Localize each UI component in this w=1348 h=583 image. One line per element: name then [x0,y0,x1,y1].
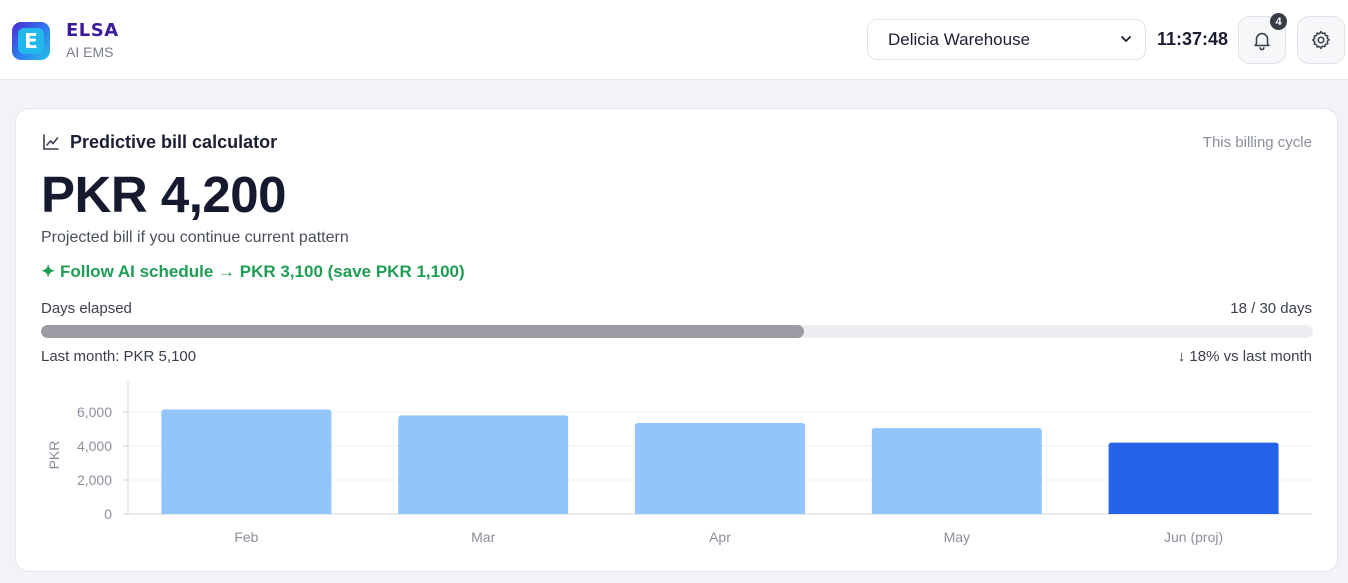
bar [871,428,1042,514]
notification-count-badge: 4 [1270,13,1287,30]
x-tick-label: Feb [234,529,258,545]
clock: 11:37:48 [1157,29,1229,49]
predictive-bill-card: Predictive bill calculator This billing … [15,108,1338,572]
x-tick-label: Jun (proj) [1164,529,1223,545]
site-selector[interactable]: Delicia Warehouse [867,19,1146,60]
y-tick-label: 2,000 [77,472,112,488]
y-axis-label: PKR [46,441,62,470]
x-tick-label: Apr [709,529,731,545]
bar [161,409,332,514]
y-tick-label: 0 [104,506,112,522]
bell-icon [1254,32,1270,51]
bar [635,423,805,514]
app-logo[interactable]: E [12,22,50,60]
y-tick-label: 6,000 [77,404,112,420]
monthly-bill-bar-chart: 0 2,000 4,000 6,000 PKR Feb Mar Apr May Jun (proj… [46,381,1312,545]
logo-letter: E [24,29,38,53]
brand-name: ELSA [66,20,119,41]
top-bar: E ELSA AI EMS Delicia Warehouse 11:37:48… [0,0,1348,80]
settings-button[interactable] [1297,16,1345,64]
x-tick-label: Mar [471,529,495,545]
chevron-down-icon [1121,36,1131,42]
site-selector-value: Delicia Warehouse [888,29,1031,49]
x-tick-label: May [944,529,970,545]
bar [398,415,569,514]
y-tick-label: 4,000 [77,438,112,454]
bar [1108,442,1279,514]
brand-subtitle: AI EMS [66,44,114,60]
gear-icon [1312,30,1330,50]
